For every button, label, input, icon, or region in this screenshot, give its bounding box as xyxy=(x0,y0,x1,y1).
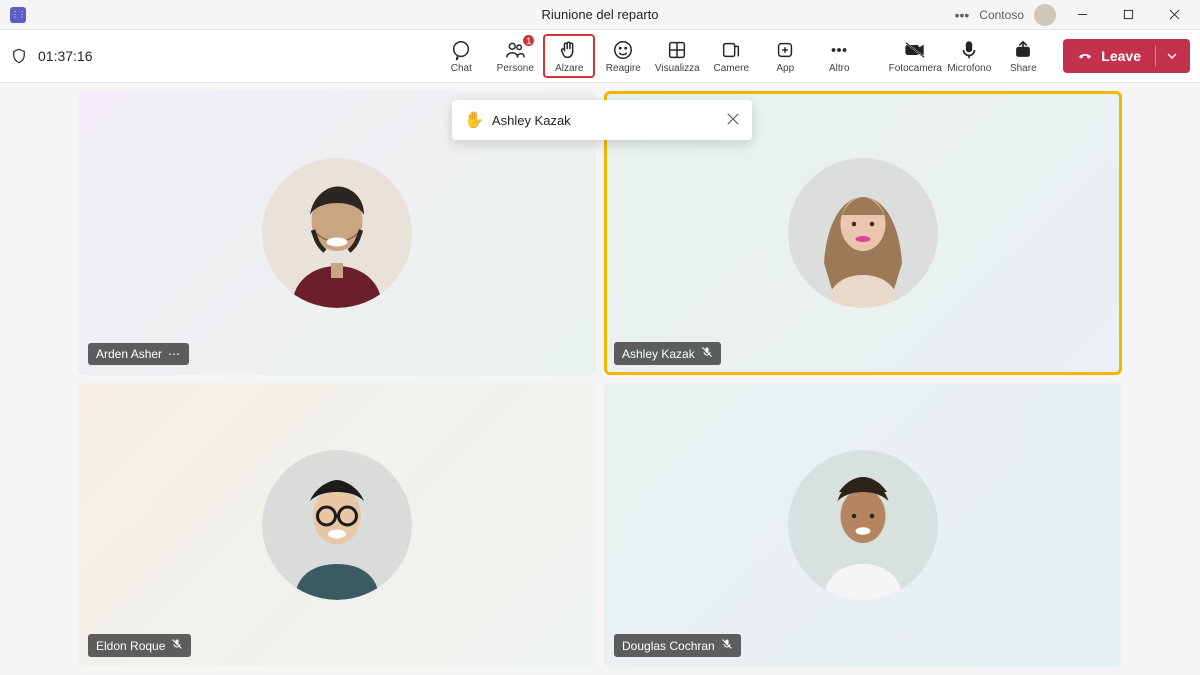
call-timer: 01:37:16 xyxy=(38,48,93,64)
mic-label: Microfono xyxy=(947,63,991,74)
participant-tile[interactable]: Eldon Roque xyxy=(78,383,596,667)
participant-tile[interactable]: Douglas Cochran xyxy=(604,383,1122,667)
people-label: Persone xyxy=(497,63,534,74)
raised-hand-popup: ✋ Ashley Kazak xyxy=(452,100,752,140)
participant-name: Eldon Roque xyxy=(96,639,165,653)
apps-button[interactable]: App xyxy=(759,34,811,78)
mic-off-icon xyxy=(171,638,183,653)
camera-label: Fotocamera xyxy=(889,63,942,74)
more-icon xyxy=(828,39,850,61)
name-pill: Eldon Roque xyxy=(88,634,191,657)
chat-button[interactable]: Chat xyxy=(435,34,487,78)
hangup-icon xyxy=(1077,48,1093,64)
share-button[interactable]: Share xyxy=(997,34,1049,78)
share-label: Share xyxy=(1010,63,1037,74)
toolbar-center: Chat Persone 1 Alzare Reagire Visualizza… xyxy=(435,34,1049,78)
raise-hand-icon xyxy=(558,39,580,61)
popup-close-button[interactable] xyxy=(726,112,740,129)
people-button[interactable]: Persone 1 xyxy=(489,34,541,78)
apps-label: App xyxy=(776,63,794,74)
user-avatar[interactable] xyxy=(1034,4,1056,26)
participant-name: Douglas Cochran xyxy=(622,639,715,653)
participant-more-icon[interactable]: ⋯ xyxy=(168,347,181,361)
react-icon xyxy=(612,39,634,61)
name-pill: Ashley Kazak xyxy=(614,342,721,365)
minimize-button[interactable] xyxy=(1062,1,1102,29)
video-grid: Arden Asher ⋯ Ashley Kazak Eldon Roque D… xyxy=(0,83,1200,675)
view-icon xyxy=(666,39,688,61)
rooms-button[interactable]: Camere xyxy=(705,34,757,78)
close-window-button[interactable] xyxy=(1154,1,1194,29)
teams-app-icon xyxy=(10,7,26,23)
shield-icon[interactable] xyxy=(10,47,28,65)
raise-hand-button[interactable]: Alzare xyxy=(543,34,595,78)
hand-emoji-icon: ✋ xyxy=(464,110,484,130)
org-name: Contoso xyxy=(979,8,1024,22)
mic-off-icon xyxy=(721,638,733,653)
react-button[interactable]: Reagire xyxy=(597,34,649,78)
chat-icon xyxy=(450,39,472,61)
leave-label: Leave xyxy=(1101,48,1141,64)
participant-name: Arden Asher xyxy=(96,347,162,361)
mic-button[interactable]: Microfono xyxy=(943,34,995,78)
people-badge: 1 xyxy=(522,34,535,47)
titlebar: Riunione del reparto ••• Contoso xyxy=(0,0,1200,30)
share-icon xyxy=(1012,39,1034,61)
participant-avatar xyxy=(262,158,412,308)
rooms-label: Camere xyxy=(714,63,750,74)
popup-name: Ashley Kazak xyxy=(492,113,718,128)
raise-hand-label: Alzare xyxy=(555,63,583,74)
camera-off-icon xyxy=(904,39,926,61)
participant-avatar xyxy=(788,450,938,600)
participant-avatar xyxy=(788,158,938,308)
rooms-icon xyxy=(720,39,742,61)
chevron-down-icon xyxy=(1164,48,1180,64)
participant-name: Ashley Kazak xyxy=(622,347,695,361)
mic-off-icon xyxy=(701,346,713,361)
name-pill: Douglas Cochran xyxy=(614,634,741,657)
meeting-title: Riunione del reparto xyxy=(541,7,658,22)
more-button[interactable]: Altro xyxy=(813,34,865,78)
react-label: Reagire xyxy=(606,63,641,74)
name-pill: Arden Asher ⋯ xyxy=(88,343,189,365)
camera-button[interactable]: Fotocamera xyxy=(889,34,941,78)
more-label: Altro xyxy=(829,63,850,74)
view-button[interactable]: Visualizza xyxy=(651,34,703,78)
mic-icon xyxy=(958,39,980,61)
maximize-button[interactable] xyxy=(1108,1,1148,29)
titlebar-more-icon[interactable]: ••• xyxy=(951,7,974,23)
meeting-toolbar: 01:37:16 Chat Persone 1 Alzare Reagire V… xyxy=(0,30,1200,83)
view-label: Visualizza xyxy=(655,63,700,74)
chat-label: Chat xyxy=(451,63,472,74)
leave-button[interactable]: Leave xyxy=(1063,39,1190,73)
participant-avatar xyxy=(262,450,412,600)
apps-icon xyxy=(774,39,796,61)
